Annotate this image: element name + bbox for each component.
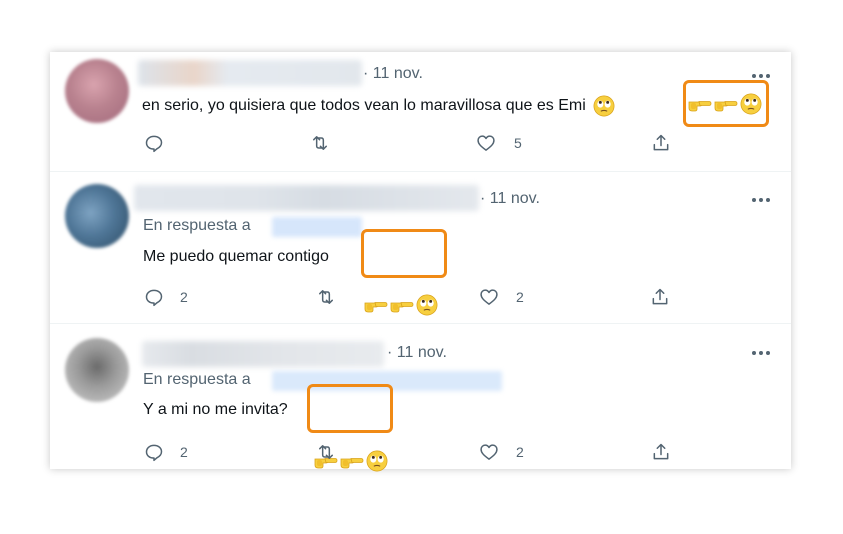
backhand-index-pointing-right-icon xyxy=(364,295,388,315)
tweet-date[interactable]: · 11 nov. xyxy=(387,344,447,362)
author-name-redacted[interactable] xyxy=(142,341,384,367)
retweet-button[interactable] xyxy=(310,133,350,153)
face-rolling-eyes-icon xyxy=(740,93,762,115)
tweet-date[interactable]: · 11 nov. xyxy=(363,65,423,83)
reply-button[interactable]: 2 xyxy=(144,442,194,462)
retweet-icon xyxy=(316,442,336,462)
like-button[interactable]: 2 xyxy=(479,287,529,307)
retweet-button[interactable] xyxy=(316,287,356,307)
face-rolling-eyes-icon xyxy=(366,450,388,472)
reply-count: 2 xyxy=(180,444,188,460)
heart-icon xyxy=(479,442,499,462)
reply-icon xyxy=(144,287,164,307)
avatar[interactable] xyxy=(65,59,129,123)
tweet-text-content: en serio, yo quisiera que todos vean lo … xyxy=(142,97,586,115)
reply-prefix: En respuesta a xyxy=(143,217,251,234)
like-button[interactable]: 2 xyxy=(479,442,529,462)
share-icon xyxy=(650,287,670,307)
like-button[interactable]: 5 xyxy=(476,133,526,153)
backhand-index-pointing-right-icon xyxy=(390,295,414,315)
reply-button[interactable] xyxy=(144,133,184,153)
heart-icon xyxy=(479,287,499,307)
tweet-text: Me puedo quemar contigo xyxy=(143,248,329,265)
tweet-date[interactable]: · 11 nov. xyxy=(480,190,540,208)
share-button[interactable] xyxy=(651,133,675,153)
more-options-icon[interactable] xyxy=(752,350,772,356)
retweet-button[interactable] xyxy=(316,442,356,462)
share-icon xyxy=(651,133,671,153)
like-count: 5 xyxy=(514,135,522,151)
reply-button[interactable]: 2 xyxy=(144,287,194,307)
backhand-index-pointing-right-icon xyxy=(688,94,712,114)
emoji-highlight-box xyxy=(683,80,769,127)
more-options-icon[interactable] xyxy=(752,73,772,79)
retweet-icon xyxy=(310,133,330,153)
reply-icon xyxy=(144,133,164,153)
face-rolling-eyes-icon xyxy=(416,294,438,316)
share-button[interactable] xyxy=(651,442,675,462)
author-name-redacted[interactable] xyxy=(138,60,362,86)
emoji-highlight-box xyxy=(307,384,393,433)
heart-icon xyxy=(476,133,496,153)
author-name-redacted[interactable] xyxy=(134,185,479,211)
tweet-text: en serio, yo quisiera que todos vean lo … xyxy=(142,95,615,117)
share-icon xyxy=(651,442,671,462)
tweet-text: Y a mi no me invita? xyxy=(143,401,288,418)
retweet-icon xyxy=(316,287,336,307)
tweet[interactable]: · 11 nov. En respuesta a Y a mi no me in… xyxy=(50,324,791,469)
reply-context: En respuesta a xyxy=(143,371,251,389)
more-options-icon[interactable] xyxy=(752,197,772,203)
like-count: 2 xyxy=(516,444,524,460)
tweet[interactable]: · 11 nov. en serio, yo quisiera que todo… xyxy=(50,52,791,171)
emoji-highlight-box xyxy=(361,229,447,278)
avatar[interactable] xyxy=(65,338,129,402)
reply-prefix: En respuesta a xyxy=(143,371,251,388)
reply-context: En respuesta a xyxy=(143,217,251,235)
share-button[interactable] xyxy=(650,287,674,307)
face-rolling-eyes-icon xyxy=(593,95,615,117)
emoji-group xyxy=(363,293,445,317)
reply-count: 2 xyxy=(180,289,188,305)
like-count: 2 xyxy=(516,289,524,305)
backhand-index-pointing-right-icon xyxy=(714,94,738,114)
reply-mention-redacted[interactable] xyxy=(272,217,362,237)
reply-icon xyxy=(144,442,164,462)
avatar[interactable] xyxy=(65,184,129,248)
